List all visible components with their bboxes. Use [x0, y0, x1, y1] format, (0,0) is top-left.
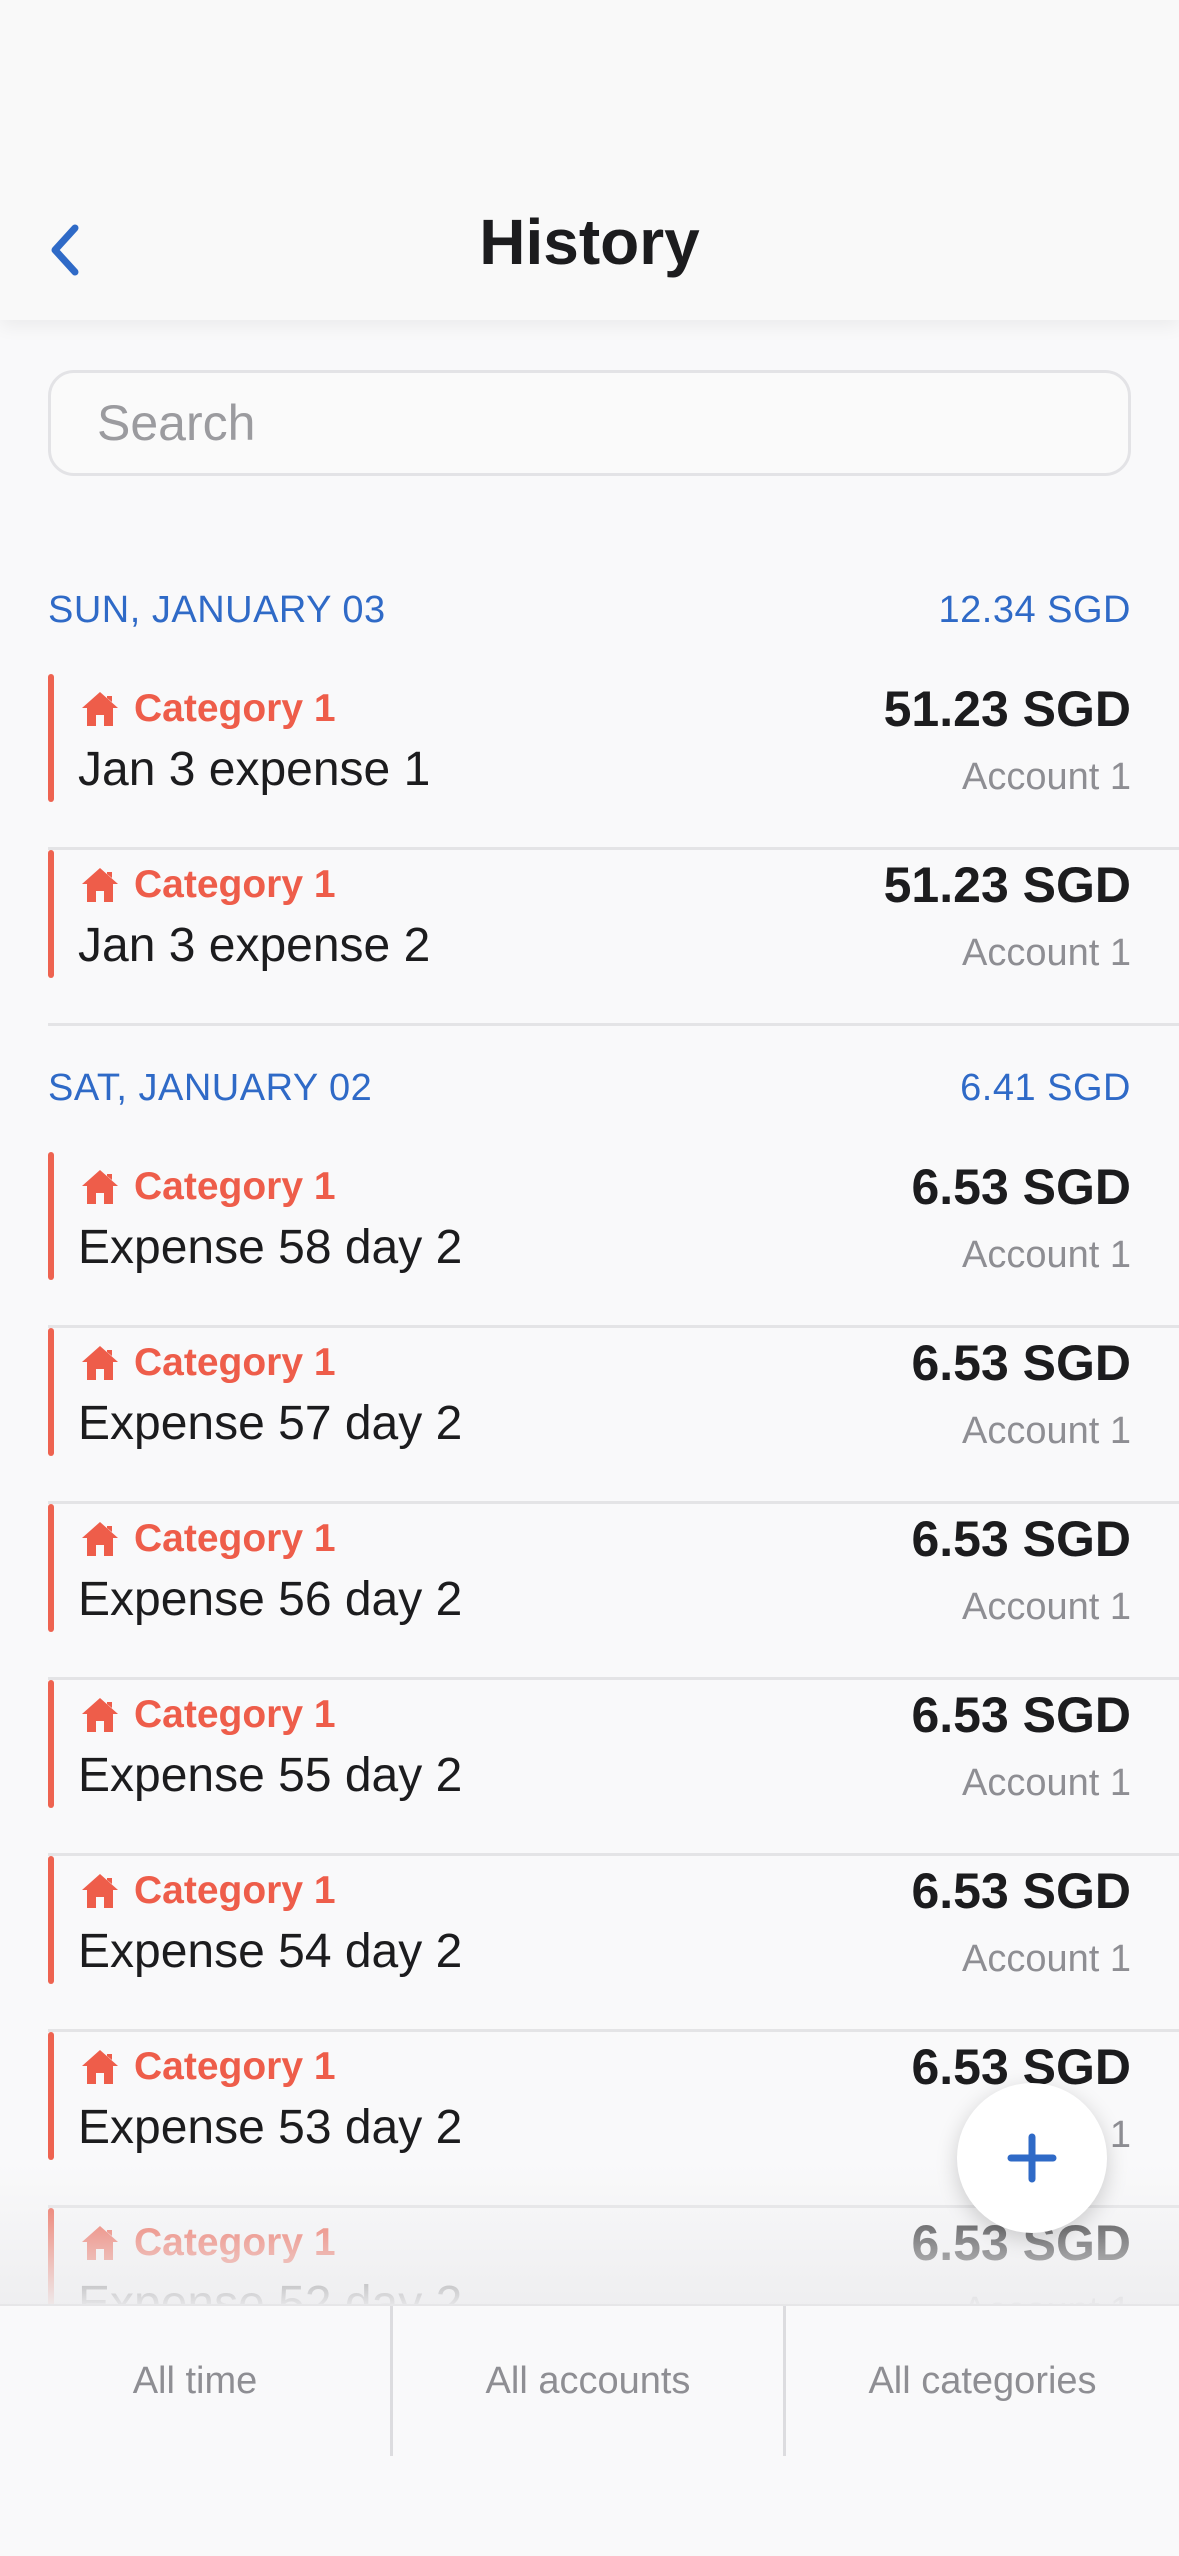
transaction-row[interactable]: Category 1 Expense 56 day 2 6.53 SGD Acc… — [48, 1504, 1179, 1680]
category-color-bar — [48, 1680, 54, 1808]
transaction-account: Account 1 — [962, 932, 1131, 974]
category-label: Category 1 — [134, 1341, 336, 1384]
category-color-bar — [48, 1328, 54, 1456]
transaction-amount: 6.53 SGD — [911, 1511, 1131, 1567]
transaction-title: Jan 3 expense 2 — [78, 919, 431, 972]
transaction-title: Expense 54 day 2 — [78, 1925, 463, 1978]
category-label: Category 1 — [134, 1869, 336, 1912]
transaction-category: Category 1 — [80, 1514, 336, 1564]
transaction-amount: 51.23 SGD — [883, 857, 1131, 913]
transaction-title: Expense 58 day 2 — [78, 1221, 463, 1274]
category-color-bar — [48, 2032, 54, 2160]
filter-accounts-button[interactable]: All accounts — [393, 2306, 786, 2456]
transaction-amount: 6.53 SGD — [911, 1335, 1131, 1391]
section-date: SUN, JANUARY 03 — [48, 588, 386, 631]
transaction-amount: 6.53 SGD — [911, 1159, 1131, 1215]
filter-bar: All time All accounts All categories — [0, 2304, 1179, 2556]
history-list[interactable]: SUN, JANUARY 03 12.34 SGD Category 1 Jan… — [0, 320, 1179, 2304]
transaction-row[interactable]: Category 1 Jan 3 expense 2 51.23 SGD Acc… — [48, 850, 1179, 1026]
filter-categories-button[interactable]: All categories — [786, 2306, 1179, 2456]
transaction-category: Category 1 — [80, 1690, 336, 1740]
home-icon — [82, 1698, 118, 1732]
transaction-category: Category 1 — [80, 684, 336, 734]
category-color-bar — [48, 2208, 54, 2304]
category-label: Category 1 — [134, 863, 336, 906]
transaction-row[interactable]: Category 1 Expense 54 day 2 6.53 SGD Acc… — [48, 1856, 1179, 2032]
transaction-title: Expense 52 day 2 — [78, 2277, 463, 2304]
transaction-title: Expense 57 day 2 — [78, 1397, 463, 1450]
transaction-title: Expense 55 day 2 — [78, 1749, 463, 1802]
transaction-row[interactable]: Category 1 Expense 55 day 2 6.53 SGD Acc… — [48, 1680, 1179, 1856]
transaction-title: Jan 3 expense 1 — [78, 743, 431, 796]
transaction-account: Account 1 — [962, 756, 1131, 798]
category-color-bar — [48, 1152, 54, 1280]
transaction-amount: 6.53 SGD — [911, 1687, 1131, 1743]
transaction-account: Account 1 — [962, 1762, 1131, 1804]
home-icon — [82, 1170, 118, 1204]
transaction-row[interactable]: Category 1 Jan 3 expense 1 51.23 SGD Acc… — [48, 674, 1179, 850]
transaction-account: Account 1 — [962, 2290, 1131, 2304]
transaction-category: Category 1 — [80, 1162, 336, 1212]
section-header: SAT, JANUARY 02 6.41 SGD — [48, 1058, 1131, 1118]
transaction-title: Expense 56 day 2 — [78, 1573, 463, 1626]
filter-time-button[interactable]: All time — [0, 2306, 393, 2456]
home-icon — [82, 1874, 118, 1908]
category-color-bar — [48, 1504, 54, 1632]
home-icon — [82, 868, 118, 902]
transaction-account: Account 1 — [962, 1938, 1131, 1980]
transaction-category: Category 1 — [80, 2042, 336, 2092]
nav-header: History — [0, 0, 1179, 320]
transaction-row[interactable]: Category 1 Expense 57 day 2 6.53 SGD Acc… — [48, 1328, 1179, 1504]
plus-icon — [1007, 2133, 1057, 2183]
search-input[interactable] — [48, 370, 1131, 476]
section-header: SUN, JANUARY 03 12.34 SGD — [48, 580, 1131, 640]
home-icon — [82, 2226, 118, 2260]
category-label: Category 1 — [134, 1693, 336, 1736]
add-transaction-button[interactable] — [957, 2083, 1107, 2233]
transaction-account: Account 1 — [962, 1586, 1131, 1628]
home-icon — [82, 1346, 118, 1380]
category-label: Category 1 — [134, 2045, 336, 2088]
transaction-title: Expense 53 day 2 — [78, 2101, 463, 2154]
section-total: 6.41 SGD — [960, 1066, 1131, 1109]
section-total: 12.34 SGD — [938, 588, 1131, 631]
transaction-category: Category 1 — [80, 1866, 336, 1916]
transaction-row[interactable]: Category 1 Expense 58 day 2 6.53 SGD Acc… — [48, 1152, 1179, 1328]
category-color-bar — [48, 674, 54, 802]
transaction-amount: 6.53 SGD — [911, 1863, 1131, 1919]
home-icon — [82, 1522, 118, 1556]
category-label: Category 1 — [134, 1517, 336, 1560]
category-label: Category 1 — [134, 1165, 336, 1208]
transaction-account: Account 1 — [962, 1410, 1131, 1452]
page-title: History — [479, 206, 700, 278]
category-label: Category 1 — [134, 2221, 336, 2264]
category-label: Category 1 — [134, 687, 336, 730]
home-icon — [82, 692, 118, 726]
transaction-category: Category 1 — [80, 2218, 336, 2268]
category-color-bar — [48, 850, 54, 978]
home-icon — [82, 2050, 118, 2084]
transaction-amount: 51.23 SGD — [883, 681, 1131, 737]
section-date: SAT, JANUARY 02 — [48, 1066, 373, 1109]
transaction-category: Category 1 — [80, 1338, 336, 1388]
transaction-account: Account 1 — [962, 1234, 1131, 1276]
category-color-bar — [48, 1856, 54, 1984]
transaction-category: Category 1 — [80, 860, 336, 910]
